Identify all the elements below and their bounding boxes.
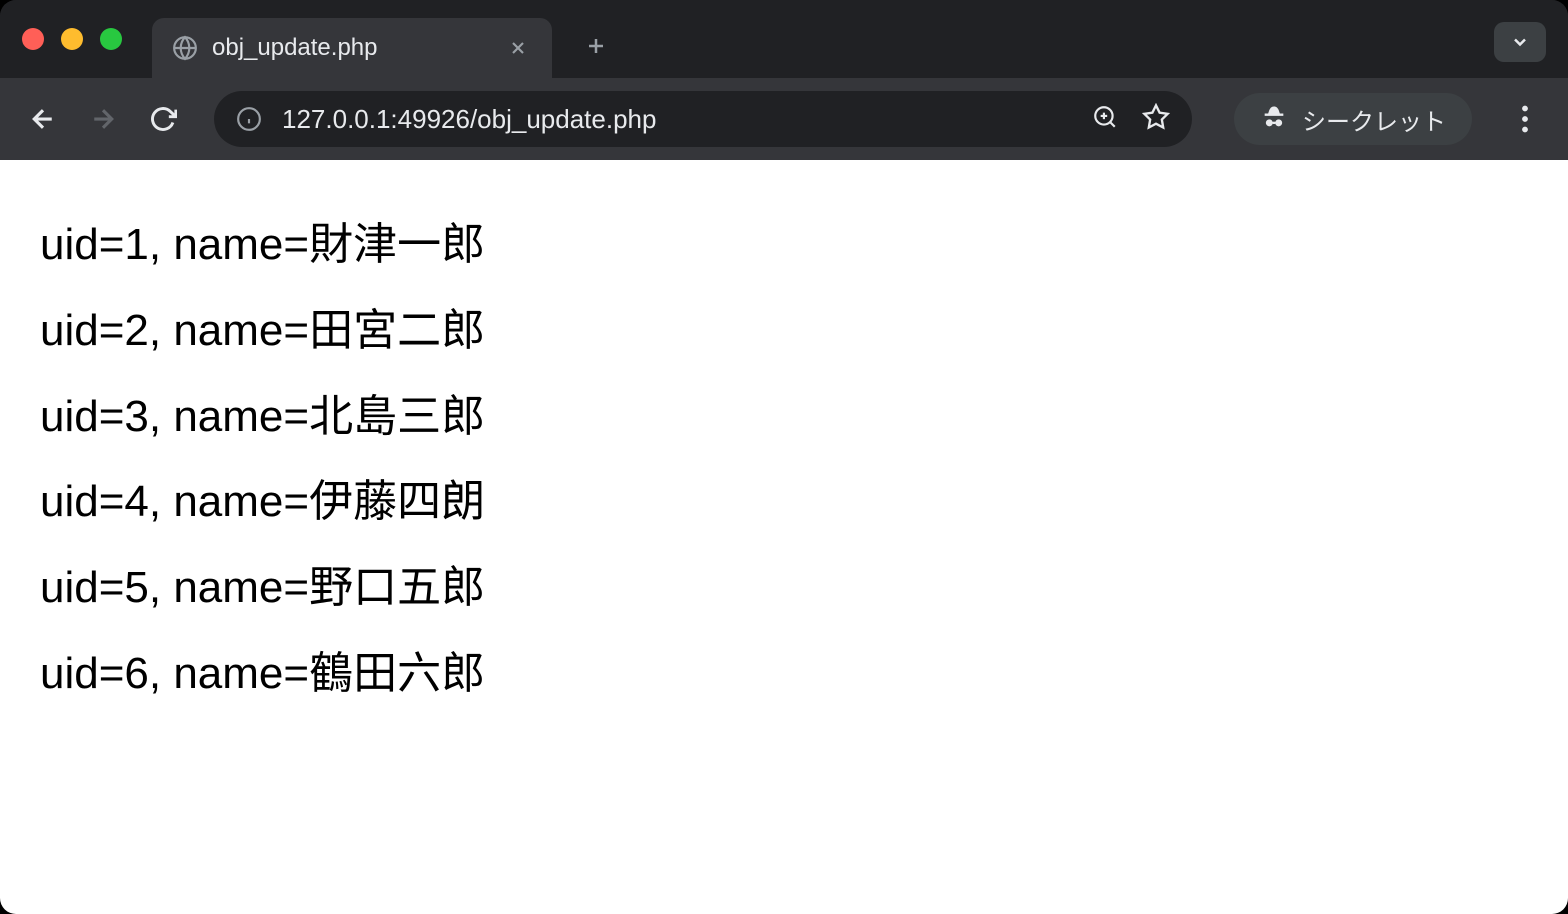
data-row: uid=6, name=鶴田六郎 [40, 631, 1528, 717]
reload-button[interactable] [142, 98, 184, 140]
menu-button[interactable] [1504, 98, 1546, 140]
minimize-window-button[interactable] [61, 28, 83, 50]
url-text: 127.0.0.1:49926/obj_update.php [282, 104, 1092, 135]
data-row: uid=2, name=田宮二郎 [40, 288, 1528, 374]
back-button[interactable] [22, 98, 64, 140]
data-row: uid=3, name=北島三郎 [40, 374, 1528, 460]
window-controls [22, 28, 122, 50]
tab-bar: obj_update.php [0, 0, 1568, 78]
data-row: uid=4, name=伊藤四朗 [40, 459, 1528, 545]
browser-tab[interactable]: obj_update.php [152, 18, 552, 78]
incognito-badge[interactable]: シークレット [1234, 93, 1472, 145]
incognito-label: シークレット [1302, 102, 1446, 137]
data-row: uid=5, name=野口五郎 [40, 545, 1528, 631]
address-bar[interactable]: 127.0.0.1:49926/obj_update.php [214, 91, 1192, 147]
tab-dropdown-button[interactable] [1494, 22, 1546, 62]
star-icon[interactable] [1142, 103, 1170, 136]
browser-window: obj_update.php [0, 0, 1568, 914]
info-icon[interactable] [236, 106, 262, 132]
page-content: uid=1, name=財津一郎uid=2, name=田宮二郎uid=3, n… [0, 160, 1568, 914]
tab-title: obj_update.php [212, 34, 504, 62]
close-window-button[interactable] [22, 28, 44, 50]
data-row: uid=1, name=財津一郎 [40, 202, 1528, 288]
incognito-icon [1260, 103, 1288, 136]
globe-icon [172, 35, 198, 61]
maximize-window-button[interactable] [100, 28, 122, 50]
new-tab-button[interactable] [576, 26, 616, 66]
zoom-icon[interactable] [1092, 104, 1118, 135]
address-actions [1092, 103, 1170, 136]
close-tab-icon[interactable] [504, 34, 532, 62]
toolbar: 127.0.0.1:49926/obj_update.php [0, 78, 1568, 160]
forward-button[interactable] [82, 98, 124, 140]
